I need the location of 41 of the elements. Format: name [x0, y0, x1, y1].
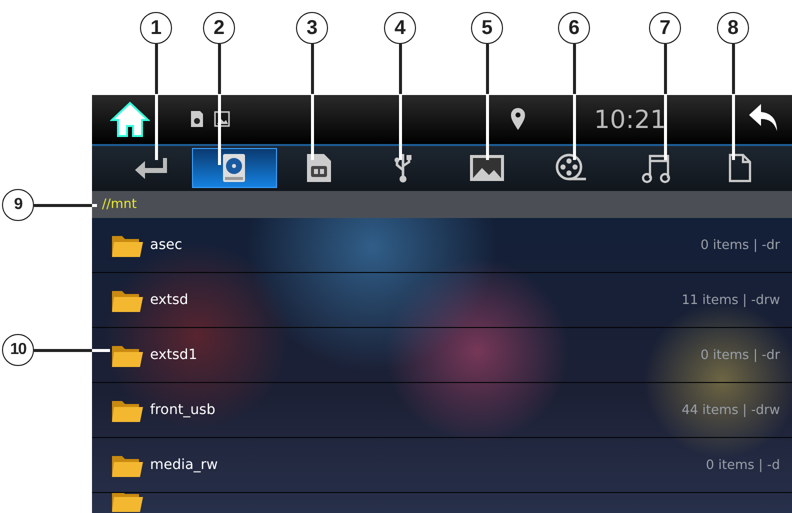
back-arrow-icon	[133, 156, 168, 180]
callout-number: 6	[558, 12, 590, 44]
folder-row[interactable]: extsd1 0 items | -dr	[92, 328, 792, 384]
folder-name: extsd1	[150, 347, 198, 364]
folder-name: front_usb	[150, 402, 216, 418]
file-icon	[728, 153, 752, 184]
folder-name: asec	[150, 237, 182, 254]
callout-number: 3	[296, 12, 328, 44]
sd-card-icon	[306, 153, 332, 184]
leader-line	[34, 204, 97, 207]
usb-icon	[392, 152, 413, 184]
home-icon[interactable]	[110, 100, 150, 138]
folder-info: 11 items | -drw	[682, 292, 780, 308]
callout-number: 4	[384, 12, 416, 44]
folder-info: 0 items | -dr	[700, 348, 780, 363]
folder-row[interactable]: media_rw 0 items | -d	[92, 438, 792, 494]
callout-number: 8	[717, 12, 749, 44]
callout-number: 2	[203, 12, 235, 44]
folder-info: 44 items | -drw	[682, 402, 780, 418]
image-icon	[214, 111, 230, 128]
clock-time: 10:21	[594, 104, 666, 134]
folder-row[interactable]: asec 0 items | -dr	[92, 218, 792, 274]
toolbar-tab[interactable]	[192, 148, 277, 188]
folder-info: 0 items | -dr	[700, 238, 780, 253]
folder-name: extsd	[150, 292, 188, 308]
hard-drive-icon	[222, 153, 246, 184]
callout-number: 10	[2, 334, 34, 366]
path-text: //mnt	[102, 196, 137, 212]
folder-name: media_rw	[150, 457, 218, 474]
callout-number: 1	[140, 12, 172, 44]
callout-number: 9	[2, 189, 34, 221]
folder-icon	[110, 493, 144, 513]
music-notes-icon	[640, 152, 671, 184]
location-pin-icon	[510, 107, 526, 132]
callout-number: 5	[471, 12, 503, 44]
sd-card-icon	[190, 110, 204, 128]
callout-number: 7	[649, 12, 681, 44]
folder-row[interactable]: front_usb 44 items | -drw	[92, 383, 792, 438]
folder-info: 0 items | -d	[706, 458, 780, 473]
image-icon	[469, 154, 506, 182]
folder-row[interactable]: extsd 11 items | -drw	[92, 273, 792, 328]
